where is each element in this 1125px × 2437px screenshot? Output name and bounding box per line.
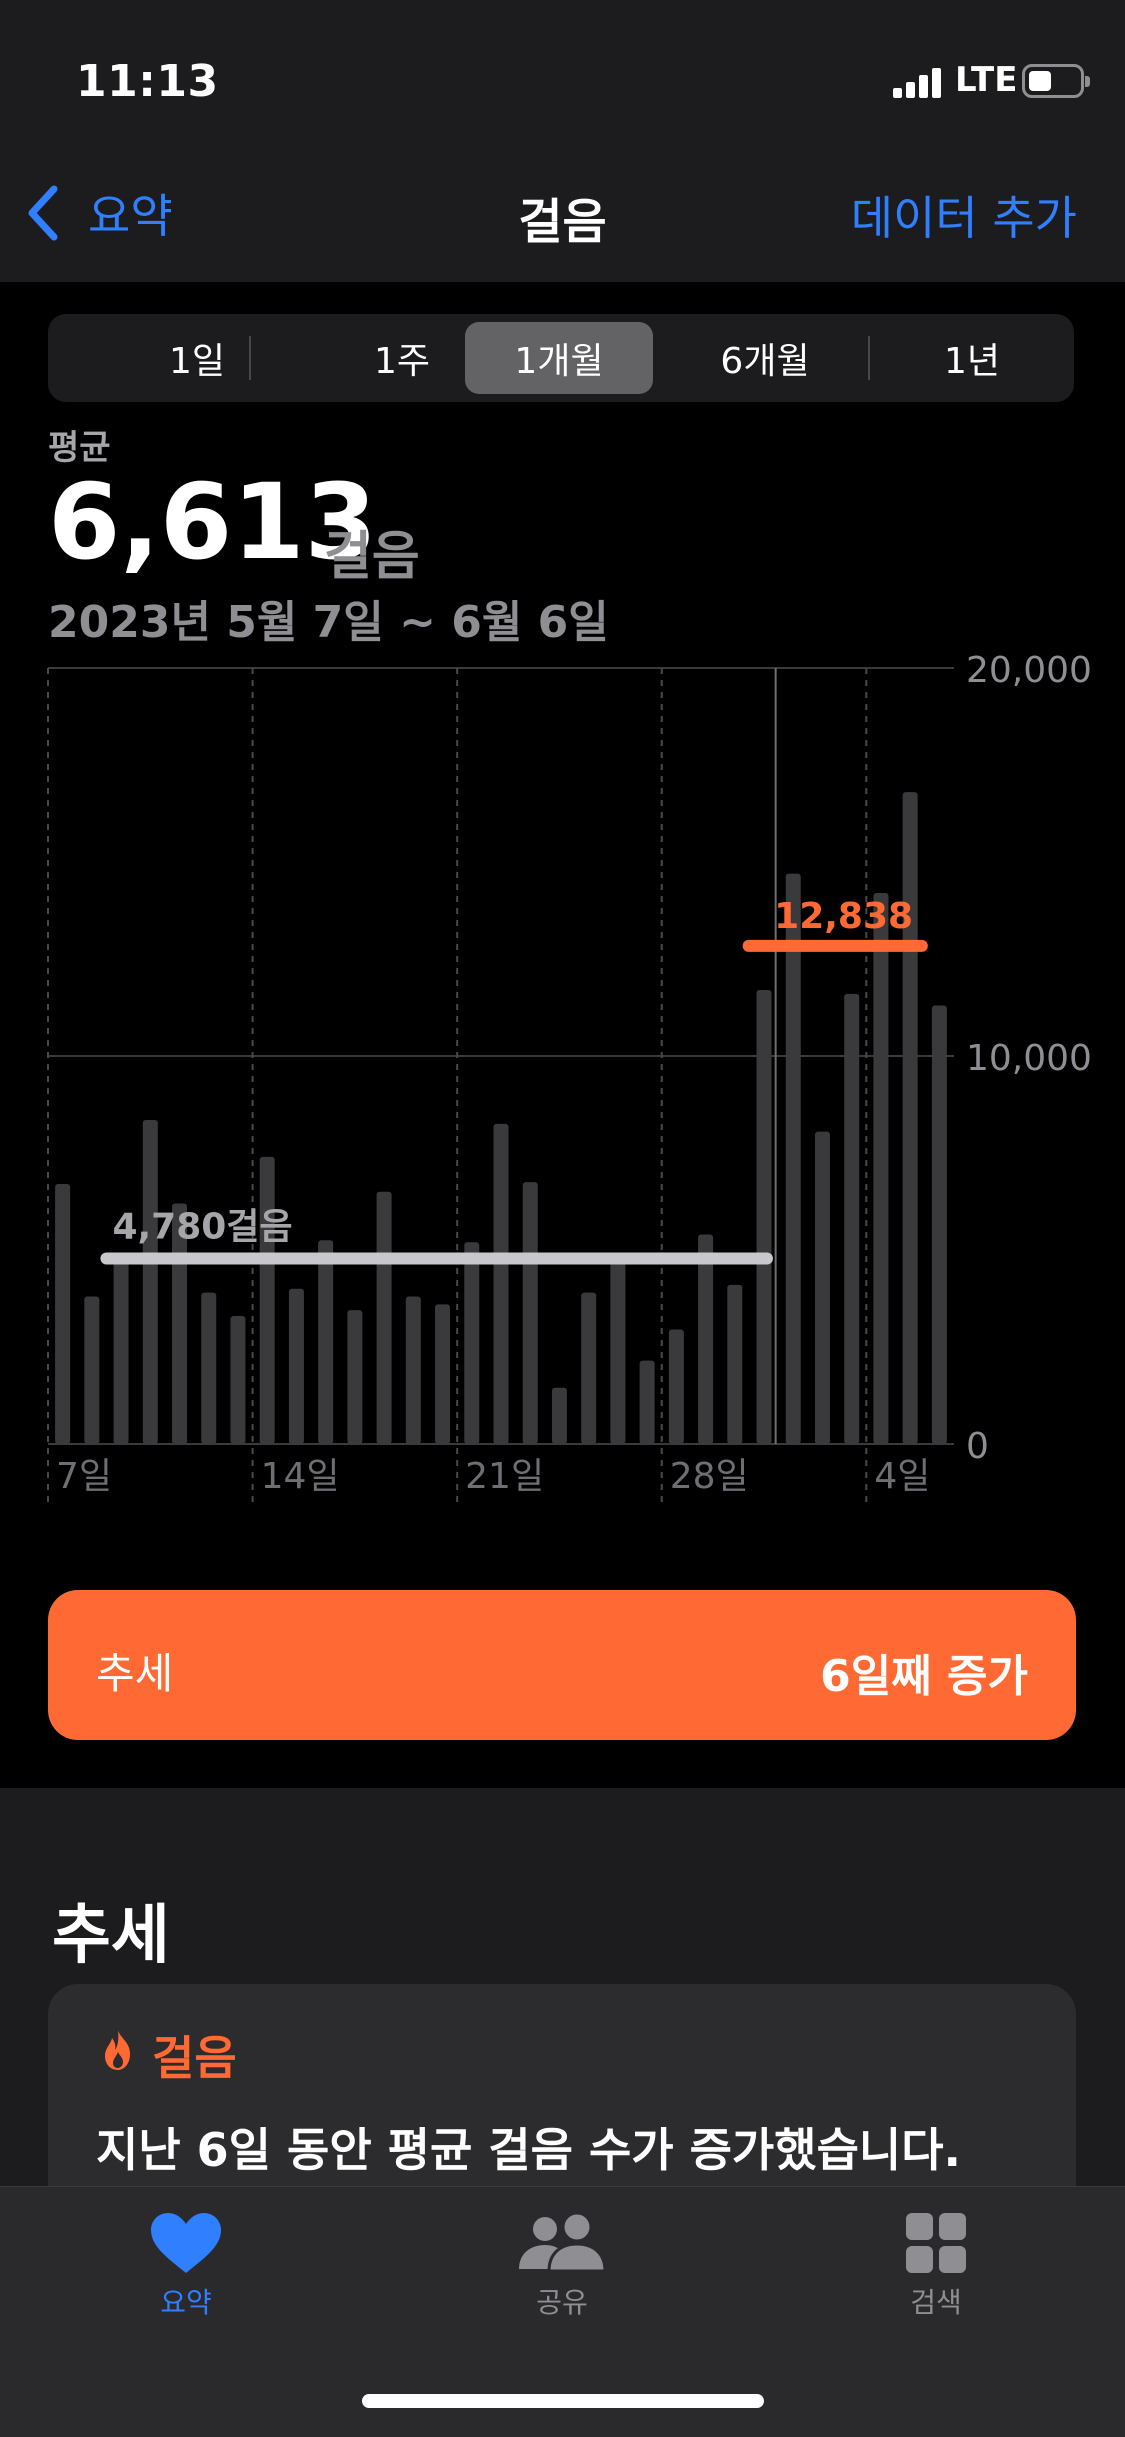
x-tick-label: 7일 <box>56 1456 112 1497</box>
bar <box>288 1288 304 1444</box>
tab-summary-label: 요약 <box>160 2286 212 2319</box>
y-tick-label: 0 <box>966 1426 989 1467</box>
x-tick-label: 28일 <box>670 1456 749 1497</box>
bar <box>318 1240 334 1444</box>
bar <box>201 1292 217 1444</box>
segment-1-year[interactable]: 1년 <box>878 322 1066 394</box>
bar <box>727 1284 743 1444</box>
people-icon <box>519 2211 607 2273</box>
bar <box>347 1310 363 1444</box>
network-type: LTE <box>955 60 1018 100</box>
grid-icon <box>906 2213 966 2273</box>
segment-divider <box>249 336 251 380</box>
segment-6-months[interactable]: 6개월 <box>671 322 859 394</box>
bar <box>142 1120 158 1444</box>
trend-highlight-button[interactable]: 추세 6일째 증가 <box>48 1590 1076 1740</box>
bar <box>814 1131 830 1444</box>
y-tick-label: 10,000 <box>966 1038 1092 1079</box>
tab-browse[interactable]: 검색 <box>836 2211 1036 2321</box>
period-segmented-control: 1일 1주 1개월 6개월 1년 <box>48 314 1074 402</box>
date-range: 2023년 5월 7일 ~ 6월 6일 <box>48 597 609 648</box>
bar <box>610 1257 626 1444</box>
x-tick-label: 21일 <box>465 1456 544 1497</box>
average-unit: 걸음 <box>324 527 420 587</box>
trend-button-value: 6일째 증가 <box>820 1651 1028 1702</box>
bar <box>113 1257 129 1444</box>
flame-icon <box>105 2030 130 2070</box>
battery-icon <box>1022 64 1090 98</box>
y-tick-label: 20,000 <box>966 650 1092 691</box>
bar <box>493 1123 509 1444</box>
bar <box>464 1242 480 1444</box>
home-indicator <box>362 2394 764 2408</box>
bar <box>668 1329 684 1444</box>
x-tick-label: 14일 <box>261 1456 340 1497</box>
bar <box>376 1191 392 1444</box>
bar <box>931 1005 947 1444</box>
bar <box>639 1360 655 1444</box>
bar <box>551 1387 567 1444</box>
bar <box>55 1184 71 1444</box>
section-title: 추세 <box>52 1899 170 1973</box>
bar <box>844 993 860 1444</box>
add-data-button[interactable]: 데이터 추가 <box>851 182 1077 248</box>
bar <box>435 1304 451 1444</box>
bar <box>698 1234 714 1444</box>
heart-icon <box>151 2213 221 2273</box>
bar <box>522 1182 538 1444</box>
bar <box>902 792 918 1444</box>
segment-divider <box>868 336 870 380</box>
tab-sharing[interactable]: 공유 <box>462 2211 662 2321</box>
tab-browse-label: 검색 <box>910 2286 962 2319</box>
bar <box>84 1296 100 1444</box>
bar <box>581 1292 597 1444</box>
bar <box>259 1156 275 1444</box>
status-time: 11:13 <box>76 56 219 107</box>
bar <box>785 873 801 1444</box>
bar <box>230 1315 246 1444</box>
steps-bar-chart[interactable]: 20,000 10,000 0 7일 14일 21일 28일 4일 4,780걸음 12,838 <box>0 650 1125 1520</box>
recent-average-label: 12,838 <box>774 896 913 937</box>
bar <box>405 1296 421 1444</box>
segment-1-day[interactable]: 1일 <box>103 322 291 394</box>
trend-description: 지난 6일 동안 평균 걸음 수가 증가했습니다. <box>96 2123 962 2177</box>
segment-1-month[interactable]: 1개월 <box>465 322 653 394</box>
cellular-signal-icon <box>893 66 941 98</box>
baseline-average-label: 4,780걸음 <box>112 1207 292 1248</box>
trend-category: 걸음 <box>152 2031 237 2085</box>
tab-summary[interactable]: 요약 <box>86 2211 286 2321</box>
tab-sharing-label: 공유 <box>536 2286 588 2319</box>
bar <box>756 990 772 1444</box>
bar <box>873 893 889 1444</box>
trend-button-label: 추세 <box>96 1649 174 1698</box>
x-tick-label: 4일 <box>874 1456 930 1497</box>
